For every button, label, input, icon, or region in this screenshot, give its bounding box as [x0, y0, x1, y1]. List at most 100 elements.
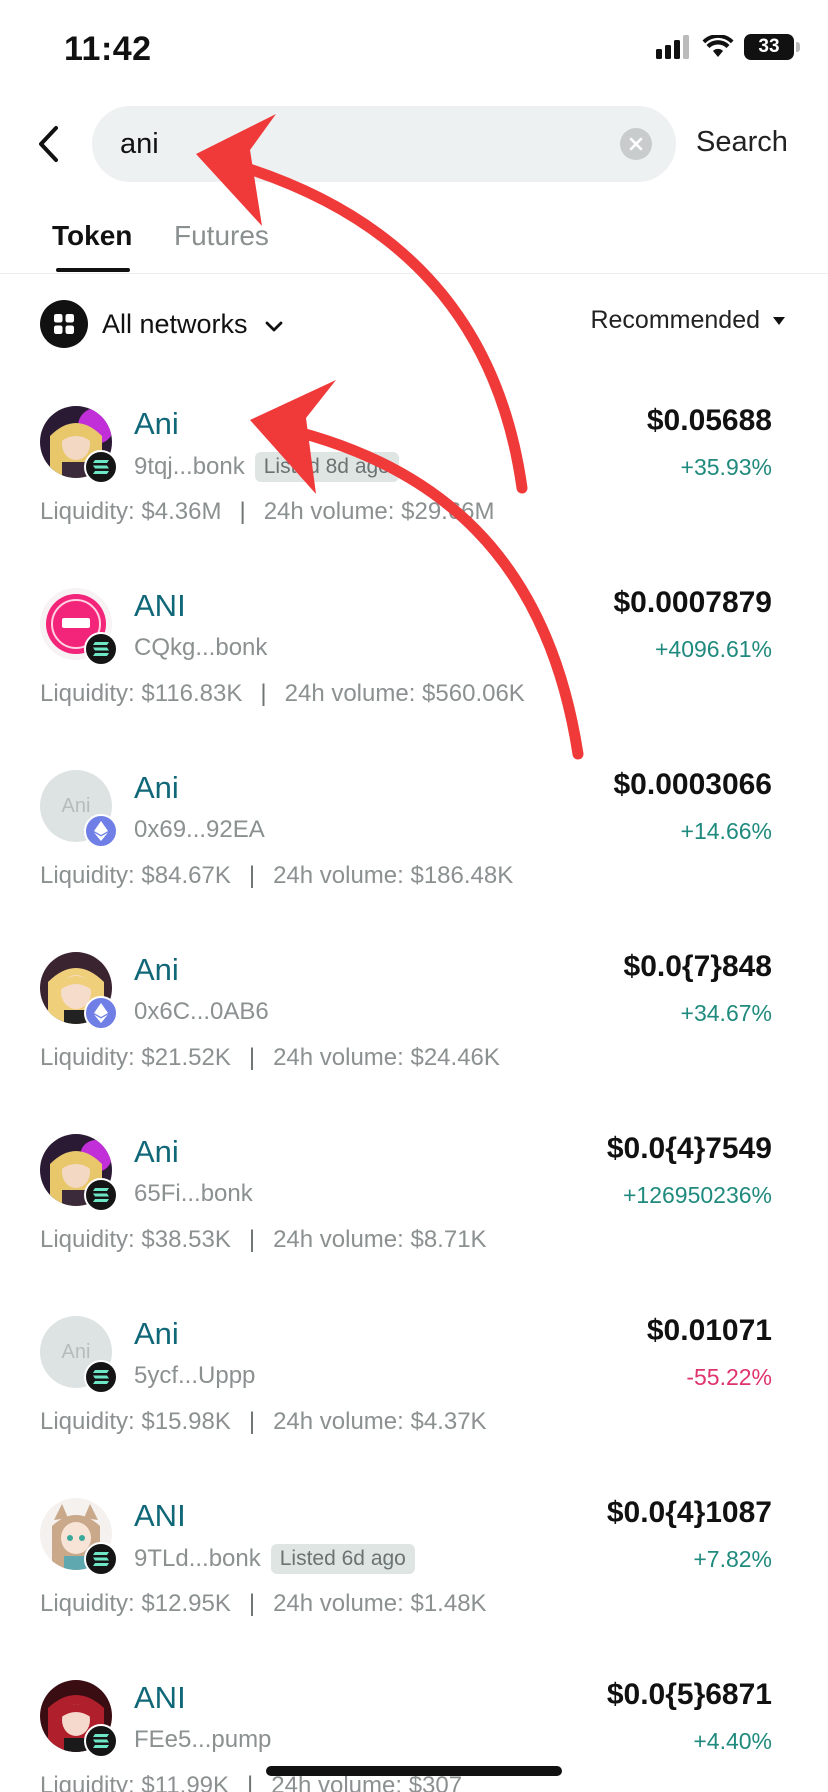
chevron-left-icon: [39, 126, 58, 162]
token-price: $0.0{4}1087: [606, 1496, 772, 1529]
token-address-text: 9TLd...bonk: [134, 1545, 261, 1572]
token-row[interactable]: Ani 65Fi...bonk $0.0{4}7549 +126950236% …: [0, 1114, 828, 1296]
token-stats: Liquidity: $116.83K | 24h volume: $560.06K: [40, 680, 525, 707]
token-change: +14.66%: [680, 818, 772, 844]
status-bar: 11:42 33: [0, 0, 828, 100]
status-icons: 33: [656, 34, 800, 60]
token-address-text: 65Fi...bonk: [134, 1180, 253, 1207]
token-price: $0.0{7}848: [623, 950, 772, 983]
signal-icon: [656, 35, 689, 59]
solana-chain-icon: [84, 1178, 118, 1212]
solana-chain-icon: [84, 450, 118, 484]
token-row[interactable]: ANI CQkg...bonk $0.0007879 +4096.61% Liq…: [0, 568, 828, 750]
token-name: ANI: [134, 1498, 186, 1533]
token-address-text: 9tqj...bonk: [134, 453, 245, 480]
ethereum-chain-icon: [84, 814, 118, 848]
liquidity-value: $38.53K: [141, 1226, 231, 1253]
tab-bar: Token Futures: [0, 212, 828, 274]
status-time: 11:42: [64, 30, 152, 68]
solana-chain-icon: [84, 1724, 118, 1758]
token-price: $0.0{5}6871: [606, 1678, 772, 1711]
token-address: 9tqj...bonk Listed 8d ago: [134, 452, 399, 482]
token-stats: Liquidity: $38.53K | 24h volume: $8.71K: [40, 1226, 487, 1253]
liquidity-value: $4.36M: [141, 498, 222, 525]
battery-level: 33: [758, 36, 780, 57]
token-address: 0x69...92EA: [134, 816, 265, 844]
liquidity-value: $84.67K: [141, 862, 231, 889]
token-name: Ani: [134, 1316, 179, 1351]
volume-label: 24h volume:: [273, 1590, 404, 1617]
token-stats: Liquidity: $84.67K | 24h volume: $186.48K: [40, 862, 514, 889]
token-change: +34.67%: [680, 1000, 772, 1026]
tab-token[interactable]: Token: [52, 220, 132, 252]
token-stats: Liquidity: $4.36M | 24h volume: $29.66M: [40, 498, 495, 525]
ethereum-chain-icon: [84, 996, 118, 1030]
network-filter-label: All networks: [102, 308, 248, 339]
volume-value: $186.48K: [410, 862, 514, 889]
network-filter[interactable]: All networks: [40, 300, 284, 348]
token-name: Ani: [134, 770, 179, 805]
listed-badge: Listed 8d ago: [254, 452, 399, 482]
volume-label: 24h volume:: [273, 1044, 404, 1071]
search-button[interactable]: Search: [696, 126, 788, 159]
liquidity-label: Liquidity:: [40, 1408, 135, 1435]
token-stats: Liquidity: $21.52K | 24h volume: $24.46K: [40, 1044, 500, 1071]
liquidity-value: $12.95K: [141, 1590, 231, 1617]
token-row[interactable]: Ani Ani 5ycf...Uppp $0.01071 -55.22% Liq…: [0, 1296, 828, 1478]
token-address: 5ycf...Uppp: [134, 1362, 255, 1390]
grid-icon: [40, 300, 88, 348]
liquidity-value: $21.52K: [141, 1044, 231, 1071]
token-name: ANI: [134, 588, 186, 623]
token-name: ANI: [134, 1680, 186, 1715]
token-address: 0x6C...0AB6: [134, 998, 269, 1026]
token-address: 9TLd...bonk Listed 6d ago: [134, 1544, 415, 1574]
solana-chain-icon: [84, 1360, 118, 1394]
token-change: +4096.61%: [654, 636, 772, 662]
volume-label: 24h volume:: [284, 680, 416, 707]
search-input[interactable]: [120, 127, 620, 161]
token-address: CQkg...bonk: [134, 634, 267, 662]
token-price: $0.01071: [646, 1314, 772, 1347]
liquidity-label: Liquidity:: [40, 1044, 135, 1071]
volume-value: $4.37K: [410, 1408, 487, 1435]
liquidity-value: $11.99K: [141, 1772, 230, 1792]
liquidity-label: Liquidity:: [40, 1590, 135, 1617]
volume-value: $1.48K: [410, 1590, 487, 1617]
volume-label: 24h volume:: [273, 1408, 404, 1435]
volume-value: $560.06K: [422, 680, 525, 707]
liquidity-value: $116.83K: [141, 680, 243, 707]
token-row[interactable]: ANI 9TLd...bonk Listed 6d ago $0.0{4}108…: [0, 1478, 828, 1660]
token-name: Ani: [134, 952, 179, 987]
token-change: +126950236%: [622, 1182, 772, 1208]
sort-filter[interactable]: Recommended: [590, 306, 786, 335]
clear-icon[interactable]: [620, 128, 652, 160]
tab-futures[interactable]: Futures: [174, 220, 269, 252]
token-name: Ani: [134, 406, 179, 441]
liquidity-label: Liquidity:: [40, 498, 135, 525]
battery-icon: 33: [744, 34, 800, 60]
volume-label: 24h volume:: [273, 862, 404, 889]
token-row[interactable]: Ani 0x6C...0AB6 $0.0{7}848 +34.67% Liqui…: [0, 932, 828, 1114]
token-row[interactable]: Ani 9tqj...bonk Listed 8d ago $0.05688 +…: [0, 386, 828, 568]
chevron-down-icon: [265, 321, 282, 332]
volume-label: 24h volume:: [263, 498, 395, 525]
token-price: $0.0007879: [613, 586, 773, 619]
back-button[interactable]: [28, 118, 68, 170]
token-address-text: 0x69...92EA: [134, 816, 265, 843]
liquidity-label: Liquidity:: [40, 1226, 135, 1253]
token-address-text: 0x6C...0AB6: [134, 998, 269, 1025]
token-stats: Liquidity: $15.98K | 24h volume: $4.37K: [40, 1408, 487, 1435]
sort-filter-label: Recommended: [590, 306, 760, 334]
token-change: +7.82%: [693, 1546, 772, 1572]
token-address-text: CQkg...bonk: [134, 634, 268, 661]
token-row[interactable]: Ani Ani 0x69...92EA $0.0003066 +14.66% L…: [0, 750, 828, 932]
liquidity-label: Liquidity:: [40, 862, 135, 889]
liquidity-label: Liquidity:: [40, 1772, 135, 1792]
close-icon: [629, 137, 643, 151]
token-price: $0.0003066: [613, 768, 773, 801]
token-change: +35.93%: [680, 454, 772, 480]
search-box[interactable]: [92, 106, 676, 182]
token-address: 65Fi...bonk: [134, 1180, 253, 1208]
home-indicator: [266, 1766, 562, 1776]
token-address-text: FEe5...pump: [134, 1726, 272, 1753]
